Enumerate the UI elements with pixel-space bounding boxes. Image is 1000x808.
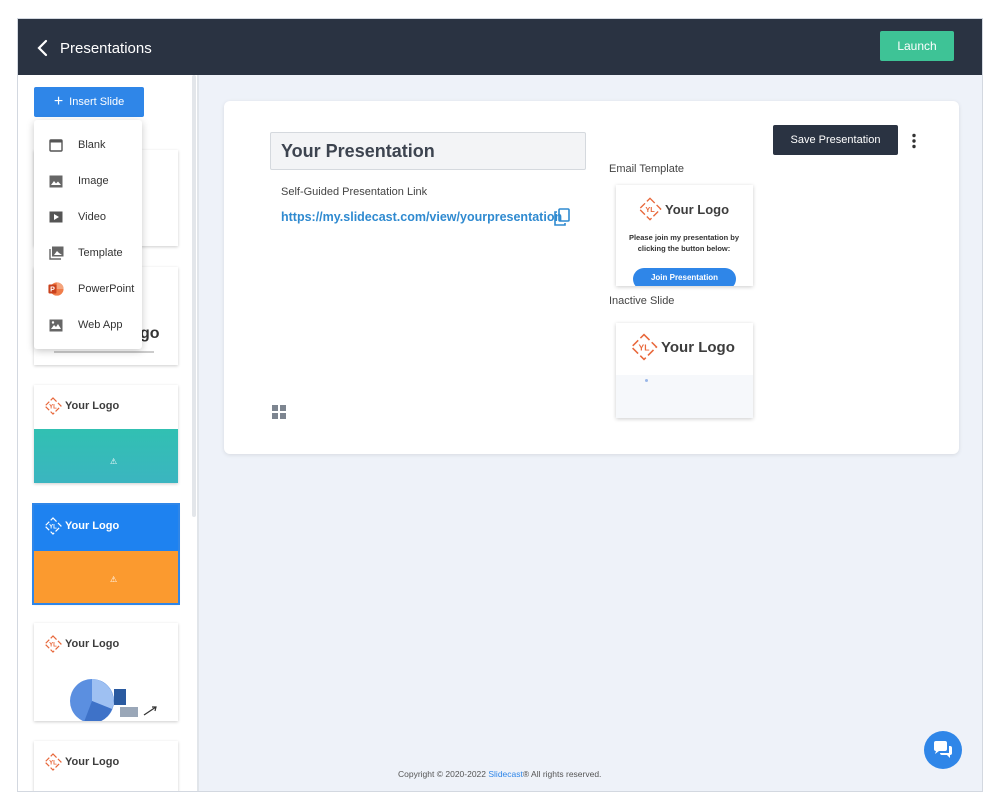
- thumbnail-partial-logo-text: go: [140, 325, 160, 342]
- app-window: Presentations Launch + Insert Slide go Y…: [17, 18, 983, 792]
- inactive-preview-band: [616, 375, 753, 418]
- inactive-preview-logo: YL Your Logo: [630, 333, 735, 361]
- copyright-footer: Copyright © 2020-2022 Slidecast® All rig…: [398, 769, 602, 779]
- chat-button[interactable]: [924, 731, 962, 769]
- menu-item-template[interactable]: Template: [34, 238, 142, 268]
- chat-bubbles-icon: [934, 741, 952, 758]
- thumbnail-logo: YL Your Logo: [44, 753, 119, 771]
- thumbnail-logo: YL Your Logo: [44, 397, 119, 415]
- plus-icon: +: [53, 93, 64, 110]
- slides-sidebar: + Insert Slide go YL Your Logo ⚠ YL Your…: [18, 75, 199, 791]
- slide-thumbnail-5[interactable]: YL Your Logo: [34, 623, 178, 721]
- svg-text:YL: YL: [49, 643, 57, 649]
- insert-slide-menu: Blank Image Video Template P PowerPoint …: [34, 120, 142, 349]
- image-icon: [48, 173, 64, 189]
- slide-thumbnail-6[interactable]: YL Your Logo: [34, 741, 178, 791]
- preview-dot: [645, 379, 648, 382]
- insert-slide-button[interactable]: + Insert Slide: [34, 87, 144, 117]
- more-options-icon[interactable]: [910, 133, 918, 149]
- menu-item-blank[interactable]: Blank: [34, 130, 142, 160]
- top-bar: Presentations Launch: [18, 19, 982, 75]
- back-label: Presentations: [60, 39, 152, 57]
- copy-icon[interactable]: [554, 208, 570, 226]
- thumbnail-logo: YL Your Logo: [44, 517, 119, 535]
- chevron-left-icon: [37, 39, 48, 57]
- svg-text:YL: YL: [49, 405, 57, 411]
- slide-thumbnail-3[interactable]: YL Your Logo ⚠: [34, 385, 178, 483]
- presentation-link[interactable]: https://my.slidecast.com/view/yourpresen…: [281, 210, 562, 224]
- insert-slide-label: Insert Slide: [69, 96, 125, 108]
- powerpoint-icon: P: [48, 281, 64, 297]
- slidecast-link[interactable]: Slidecast: [488, 769, 523, 779]
- inactive-slide-preview[interactable]: YL Your Logo: [616, 323, 753, 418]
- thumbnail-caption-line: [54, 351, 154, 353]
- video-icon: [48, 209, 64, 225]
- logo-mark-icon: YL: [630, 333, 658, 361]
- join-presentation-button[interactable]: Join Presentation: [633, 268, 736, 286]
- email-preview-logo: YL Your Logo: [638, 197, 729, 221]
- sidebar-divider: [197, 75, 199, 791]
- menu-item-image[interactable]: Image: [34, 166, 142, 196]
- thumbnail-orange-band: ⚠: [34, 551, 178, 603]
- pie-illustration: [70, 679, 157, 721]
- menu-item-video[interactable]: Video: [34, 202, 142, 232]
- email-preview-body: Please join my presentation by clicking …: [628, 233, 740, 253]
- menu-item-powerpoint[interactable]: P PowerPoint: [34, 274, 142, 304]
- logo-mark-icon: YL: [44, 635, 62, 653]
- template-icon: [48, 245, 64, 261]
- thumbnail-teal-band: ⚠: [34, 429, 178, 483]
- svg-text:YL: YL: [639, 342, 650, 352]
- menu-item-web-app[interactable]: Web App: [34, 310, 142, 340]
- presentation-card: Your Presentation Self-Guided Presentati…: [224, 101, 959, 454]
- logo-mark-icon: YL: [44, 517, 62, 535]
- email-template-preview[interactable]: YL Your Logo Please join my presentation…: [616, 185, 753, 286]
- svg-text:YL: YL: [49, 761, 57, 767]
- logo-mark-icon: YL: [44, 397, 62, 415]
- logo-mark-icon: YL: [638, 197, 662, 221]
- logo-mark-icon: YL: [44, 753, 62, 771]
- slide-thumbnail-4-selected[interactable]: YL Your Logo ⚠: [32, 503, 180, 605]
- link-label: Self-Guided Presentation Link: [281, 186, 428, 198]
- warning-icon: ⚠: [110, 457, 118, 466]
- launch-button[interactable]: Launch: [880, 31, 954, 61]
- sidebar-scrollbar[interactable]: [192, 75, 196, 517]
- svg-text:YL: YL: [49, 525, 57, 531]
- save-presentation-button[interactable]: Save Presentation: [773, 125, 898, 155]
- warning-icon: ⚠: [110, 575, 118, 584]
- blank-icon: [48, 137, 64, 153]
- svg-text:YL: YL: [645, 205, 655, 214]
- back-to-presentations[interactable]: Presentations: [36, 37, 176, 59]
- inactive-slide-label: Inactive Slide: [609, 295, 675, 307]
- svg-text:P: P: [50, 286, 55, 294]
- presentation-title-input[interactable]: Your Presentation: [270, 132, 586, 170]
- web-app-icon: [48, 317, 64, 333]
- email-template-label: Email Template: [609, 163, 684, 175]
- thumbnail-logo: YL Your Logo: [44, 635, 119, 653]
- grid-view-icon[interactable]: [272, 405, 286, 419]
